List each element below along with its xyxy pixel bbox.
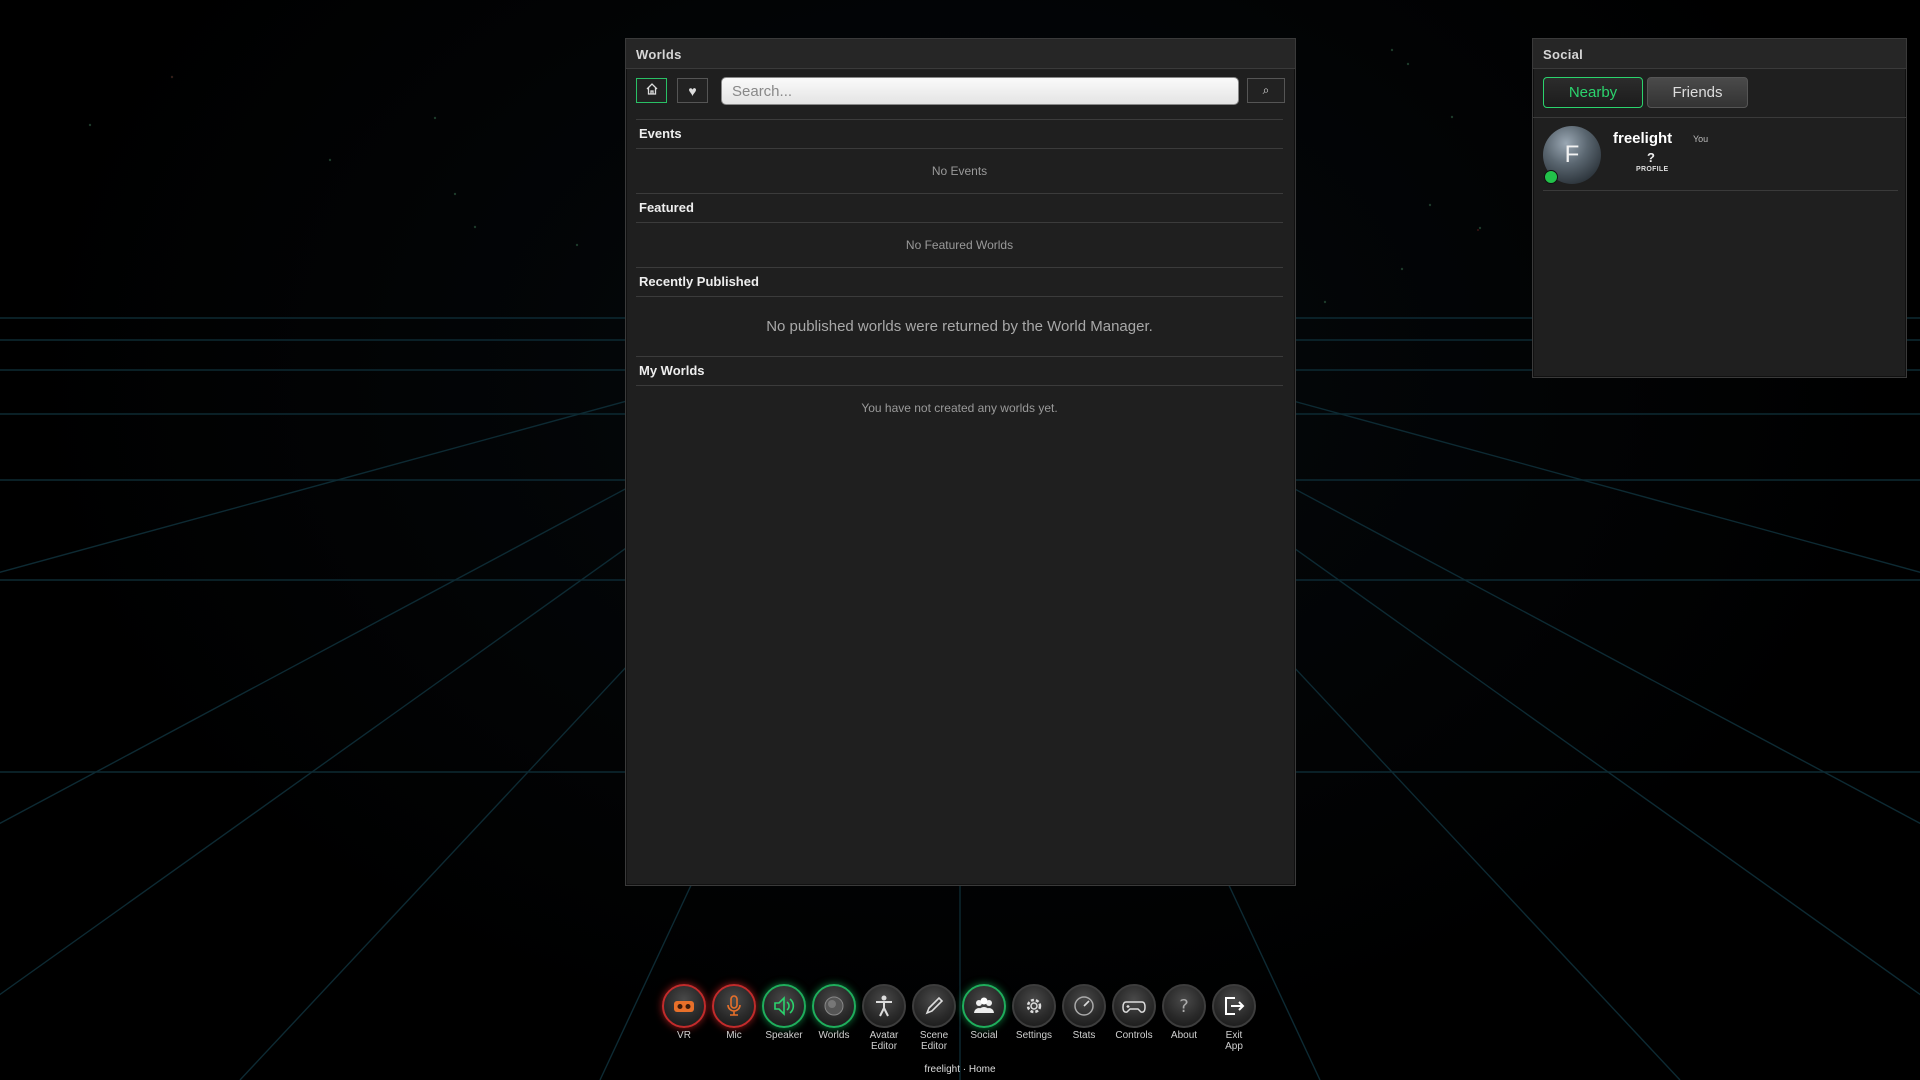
dock-button-circle [762,984,806,1028]
section-title: My Worlds [636,356,1283,386]
events-section: Events No Events [636,119,1283,193]
my-worlds-section: My Worlds You have not created any world… [636,356,1283,430]
dock-button-controls[interactable]: Controls [1110,984,1158,1041]
dock-button-stats[interactable]: Stats [1060,984,1108,1041]
heart-icon: ♥ [688,82,697,99]
dock-button-scene-editor[interactable]: Scene Editor [910,984,958,1052]
dock-label: Avatar Editor [869,1030,899,1052]
section-title: Featured [636,193,1283,223]
featured-section: Featured No Featured Worlds [636,193,1283,267]
exit-icon [1225,997,1245,1015]
dock-label: Scene Editor [919,1030,949,1052]
speaker-icon [774,996,795,1016]
question-icon[interactable]: ? [1647,150,1655,165]
online-status-indicator [1544,170,1558,184]
dock-button-about[interactable]: ? About [1160,984,1208,1041]
dock-button-circle [1012,984,1056,1028]
dock-label: Social [970,1030,998,1041]
you-label: You [1693,134,1709,144]
dock-button-circle [812,984,856,1028]
dock-button-circle [862,984,906,1028]
gauge-icon [1074,996,1094,1016]
search-icon: ⌕ [1262,83,1270,97]
dock-label: VR [677,1030,691,1041]
dock-button-mic[interactable]: Mic [710,984,758,1041]
dock-label: Worlds [818,1030,850,1041]
dock-button-exit-app[interactable]: Exit App [1210,984,1258,1052]
section-empty-text: No Featured Worlds [905,238,1014,252]
home-button[interactable] [636,78,667,103]
favorites-button[interactable]: ♥ [677,78,708,103]
dock-button-circle: ? [1162,984,1206,1028]
dock-button-vr[interactable]: VR [660,984,708,1041]
gamepad-icon [1122,1001,1146,1013]
social-panel-title: Social [1533,39,1906,69]
status-bar: freelight · Home [924,1064,996,1075]
bottom-dock: VR Mic Speaker Worlds Avatar Editor Scene… [660,984,1260,1054]
dock-label: About [1170,1030,1198,1041]
search-input[interactable] [721,77,1239,105]
microphone-icon [727,995,741,1016]
worlds-panel: Worlds ♥ ⌕ Events No Events Featured No … [625,38,1296,886]
dock-button-circle [712,984,756,1028]
social-panel: Social Nearby Friends F freelight You ? … [1532,38,1907,378]
gear-icon [1026,998,1042,1014]
dock-button-circle [1112,984,1156,1028]
dock-button-circle [1212,984,1256,1028]
search-button[interactable]: ⌕ [1247,78,1285,103]
section-title: Recently Published [636,267,1283,297]
dock-label: Controls [1115,1030,1153,1041]
dock-button-settings[interactable]: Settings [1010,984,1058,1041]
tab-friends[interactable]: Friends [1647,77,1748,108]
dock-label: Stats [1072,1030,1096,1041]
divider [1533,117,1906,118]
globe-icon [824,996,844,1016]
dock-button-circle [1062,984,1106,1028]
svg-text:?: ? [1179,996,1189,1017]
profile-label[interactable]: PROFILE [1636,166,1668,173]
user-name: freelight [1613,130,1673,147]
worlds-panel-title: Worlds [626,39,1295,69]
dock-label: Settings [1015,1030,1053,1041]
dock-label: Speaker [765,1030,803,1041]
avatar-icon [876,995,892,1017]
section-title: Events [636,119,1283,149]
question-icon: ? [1179,996,1189,1017]
section-empty-text: You have not created any worlds yet. [861,401,1058,415]
home-icon [645,82,659,99]
dock-button-circle [912,984,956,1028]
dock-button-circle [962,984,1006,1028]
section-empty-text: No Events [931,164,988,178]
user-list-item[interactable]: F freelight You ? PROFILE [1543,122,1898,191]
recently-published-section: Recently Published No published worlds w… [636,267,1283,357]
dock-label: Exit App [1225,1030,1243,1052]
pencil-icon [925,996,944,1015]
dock-label: Mic [726,1030,742,1041]
people-icon [974,997,994,1013]
tab-nearby[interactable]: Nearby [1543,77,1643,108]
section-empty-text: No published worlds were returned by the… [766,318,1153,335]
dock-button-speaker[interactable]: Speaker [760,984,808,1041]
dock-button-social[interactable]: Social [960,984,1008,1041]
dock-button-worlds[interactable]: Worlds [810,984,858,1041]
vr-headset-icon [674,1001,694,1012]
dock-button-avatar-editor[interactable]: Avatar Editor [860,984,908,1052]
dock-button-circle [662,984,706,1028]
